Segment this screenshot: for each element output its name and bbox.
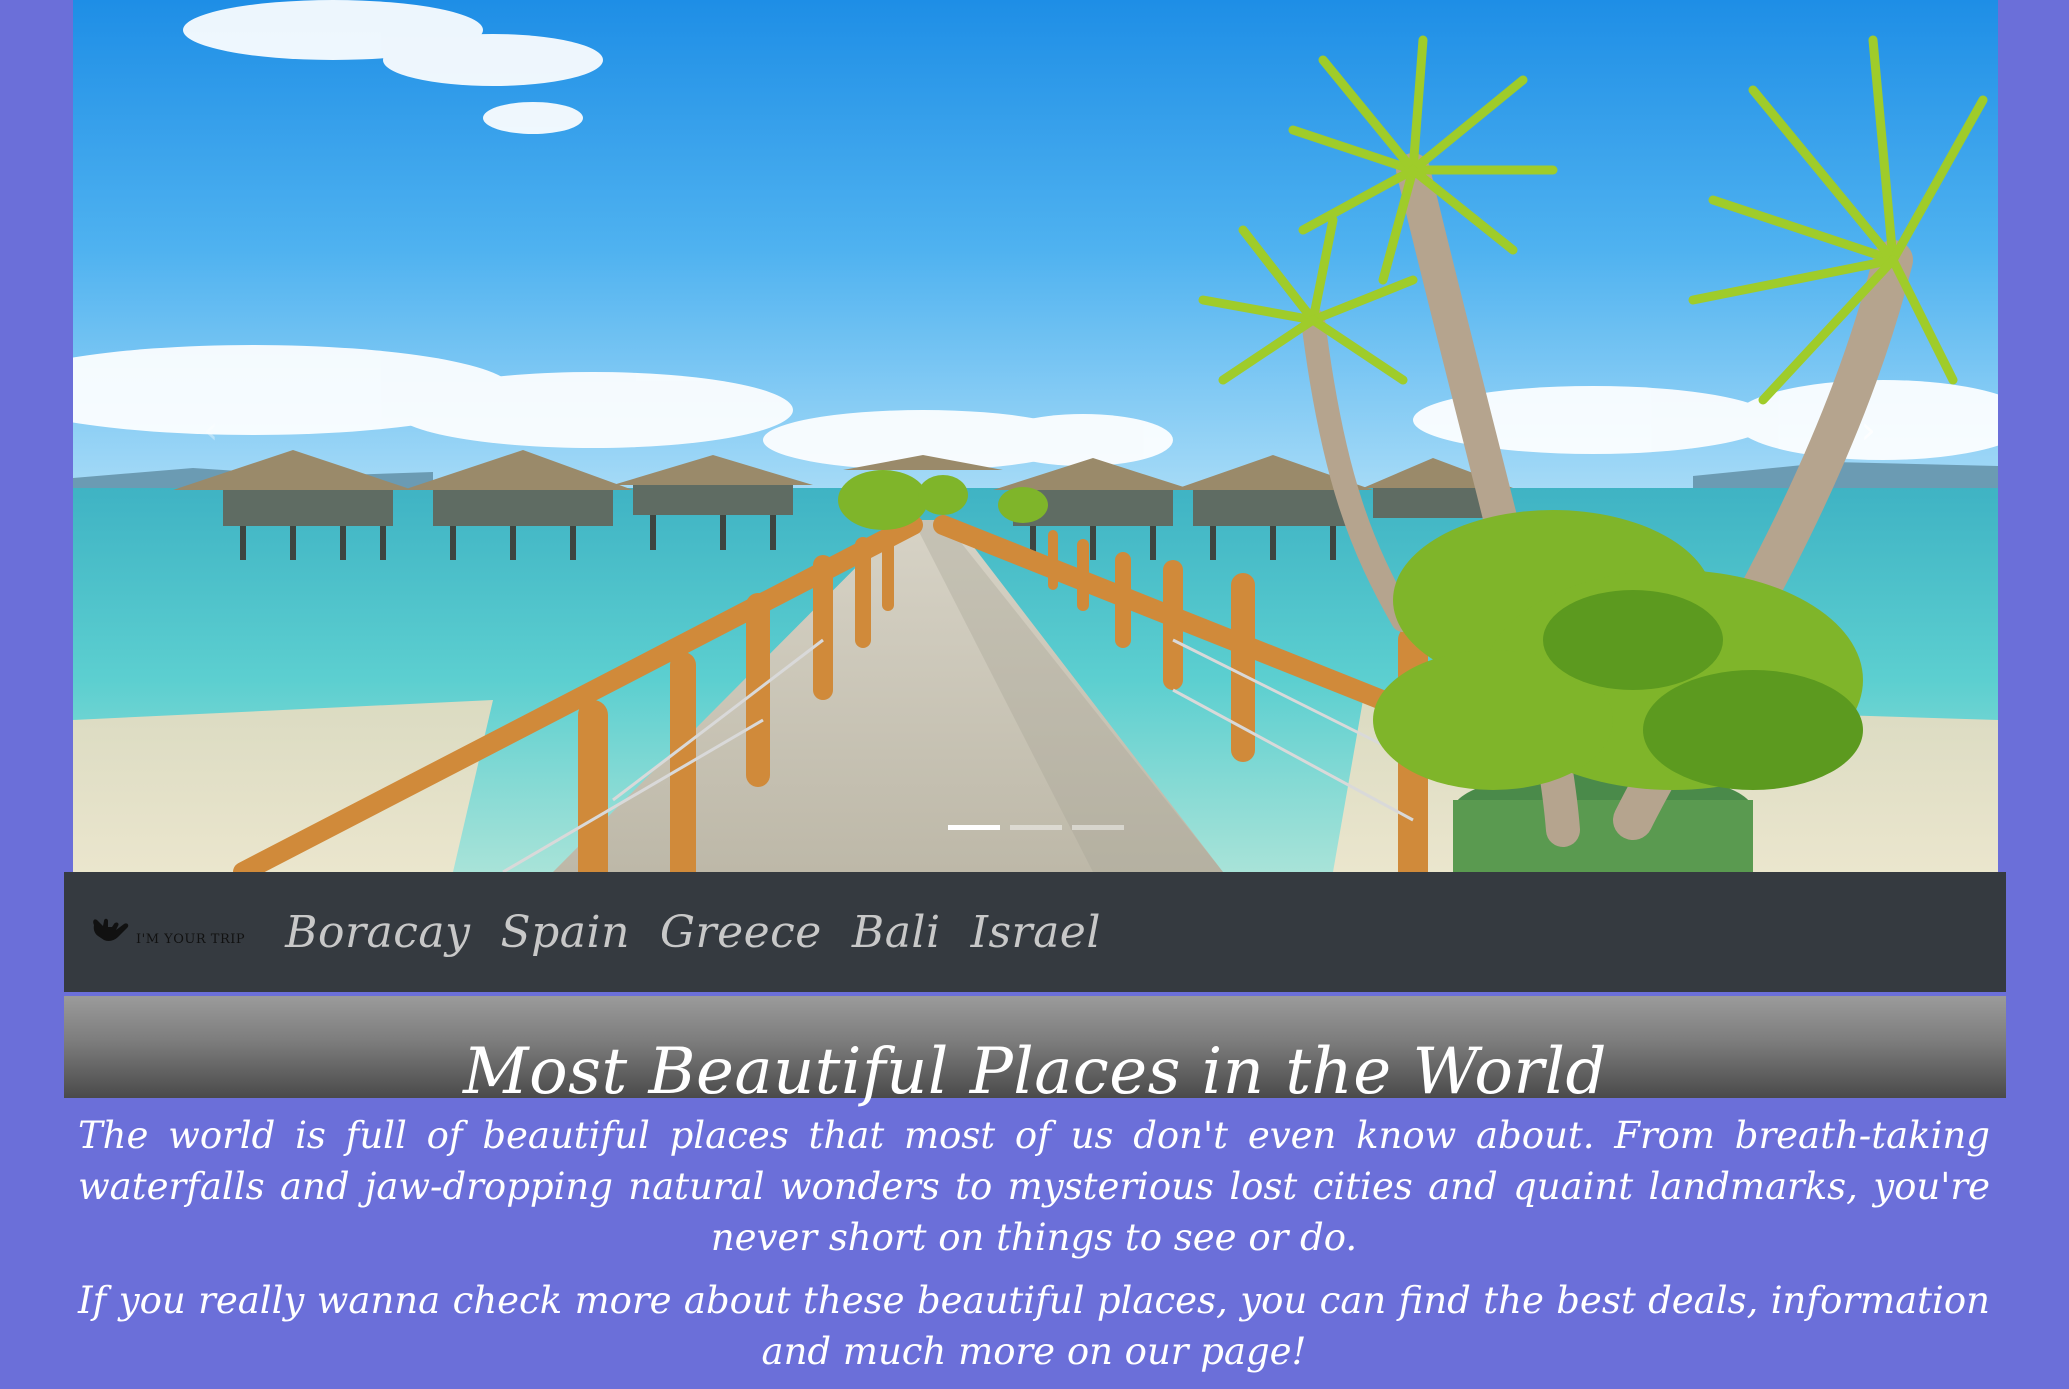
nav-link-israel[interactable]: Israel: [971, 907, 1101, 958]
intro-content: The world is full of beautiful places th…: [78, 1110, 1990, 1389]
hero-carousel: ‹ ›: [73, 0, 1998, 872]
navbar: I'M YOUR TRIP Boracay Spain Greece Bali …: [64, 872, 2006, 992]
nav-link-spain[interactable]: Spain: [500, 907, 629, 958]
nav-link-greece[interactable]: Greece: [660, 907, 822, 958]
carousel-prev-button[interactable]: ‹: [203, 408, 218, 452]
nav-links: Boracay Spain Greece Bali Israel: [285, 907, 1101, 958]
intro-paragraph: The world is full of beautiful places th…: [78, 1114, 1990, 1259]
carousel-indicator-1[interactable]: [947, 825, 1000, 830]
title-band: Most Beautiful Places in the World: [64, 996, 2006, 1104]
brand-logo[interactable]: I'M YOUR TRIP: [90, 915, 245, 949]
nav-link-boracay[interactable]: Boracay: [285, 907, 470, 958]
shaka-hand-icon: [90, 915, 132, 949]
carousel-indicator-2[interactable]: [1009, 825, 1062, 830]
carousel-indicators: [73, 825, 1998, 830]
carousel-next-button[interactable]: ›: [1861, 408, 1876, 452]
nav-link-bali[interactable]: Bali: [852, 907, 941, 958]
tropical-pier-photo: [73, 0, 1998, 872]
cta-paragraph: If you really wanna check more about the…: [78, 1279, 1990, 1373]
carousel-indicator-3[interactable]: [1071, 825, 1124, 830]
page-title: Most Beautiful Places in the World: [463, 1035, 1607, 1109]
brand-text: I'M YOUR TRIP: [136, 932, 246, 947]
